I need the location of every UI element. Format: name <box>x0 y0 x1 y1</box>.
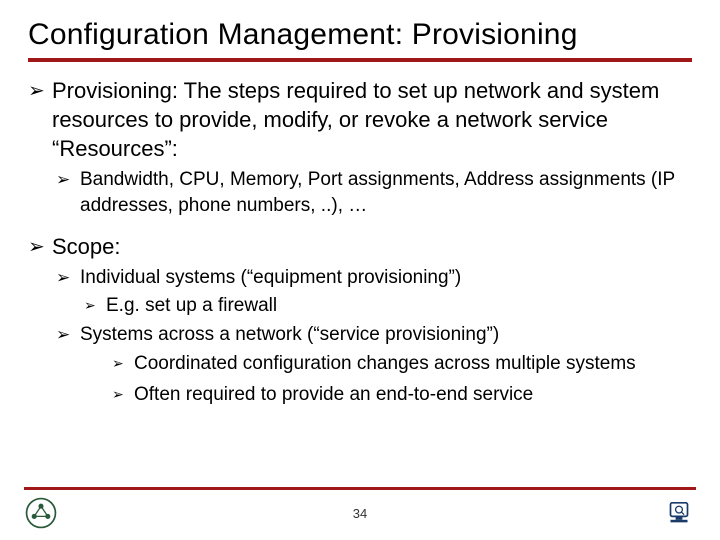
page-number: 34 <box>58 506 662 521</box>
bullet-individual-systems: ➢ Individual systems (“equipment provisi… <box>56 265 692 291</box>
bullet-end-to-end: ➢ Often required to provide an end-to-en… <box>112 382 692 409</box>
bullet-coordinated-changes: ➢ Coordinated configuration changes acro… <box>112 351 692 378</box>
arrow-icon: ➢ <box>28 78 45 104</box>
content-area: ➢ Provisioning: The steps required to se… <box>28 76 692 408</box>
footer-rule <box>24 487 696 490</box>
footer-row: 34 <box>24 496 696 530</box>
bullet-text: Systems across a network (“service provi… <box>80 324 499 345</box>
bullet-text: Individual systems (“equipment provision… <box>80 267 461 288</box>
bullet-text: Provisioning: The steps required to set … <box>52 78 659 161</box>
slide-title: Configuration Management: Provisioning <box>28 18 692 52</box>
slide: Configuration Management: Provisioning ➢… <box>0 0 720 540</box>
bullet-text: Bandwidth, CPU, Memory, Port assignments… <box>80 169 675 216</box>
bullet-text: Scope: <box>52 234 121 259</box>
bullet-resources-list: ➢ Bandwidth, CPU, Memory, Port assignmen… <box>56 167 692 218</box>
bullet-provisioning: ➢ Provisioning: The steps required to se… <box>28 76 692 163</box>
bullet-service-provisioning: ➢ Systems across a network (“service pro… <box>56 322 692 348</box>
title-rule <box>28 58 692 62</box>
bullet-text: Often required to provide an end-to-end … <box>134 384 533 405</box>
logo-right-icon <box>662 496 696 530</box>
footer: 34 <box>0 487 720 530</box>
logo-left-icon <box>24 496 58 530</box>
arrow-icon: ➢ <box>56 267 70 290</box>
arrow-icon: ➢ <box>56 324 70 347</box>
bullet-text: Coordinated configuration changes across… <box>134 353 636 374</box>
arrow-icon: ➢ <box>112 354 124 374</box>
bullet-text: E.g. set up a firewall <box>106 295 277 316</box>
arrow-icon: ➢ <box>28 234 45 260</box>
bullet-scope: ➢ Scope: <box>28 232 692 261</box>
arrow-icon: ➢ <box>84 296 96 316</box>
arrow-icon: ➢ <box>56 169 70 192</box>
arrow-icon: ➢ <box>112 385 124 405</box>
bullet-firewall-example: ➢ E.g. set up a firewall <box>84 293 692 320</box>
